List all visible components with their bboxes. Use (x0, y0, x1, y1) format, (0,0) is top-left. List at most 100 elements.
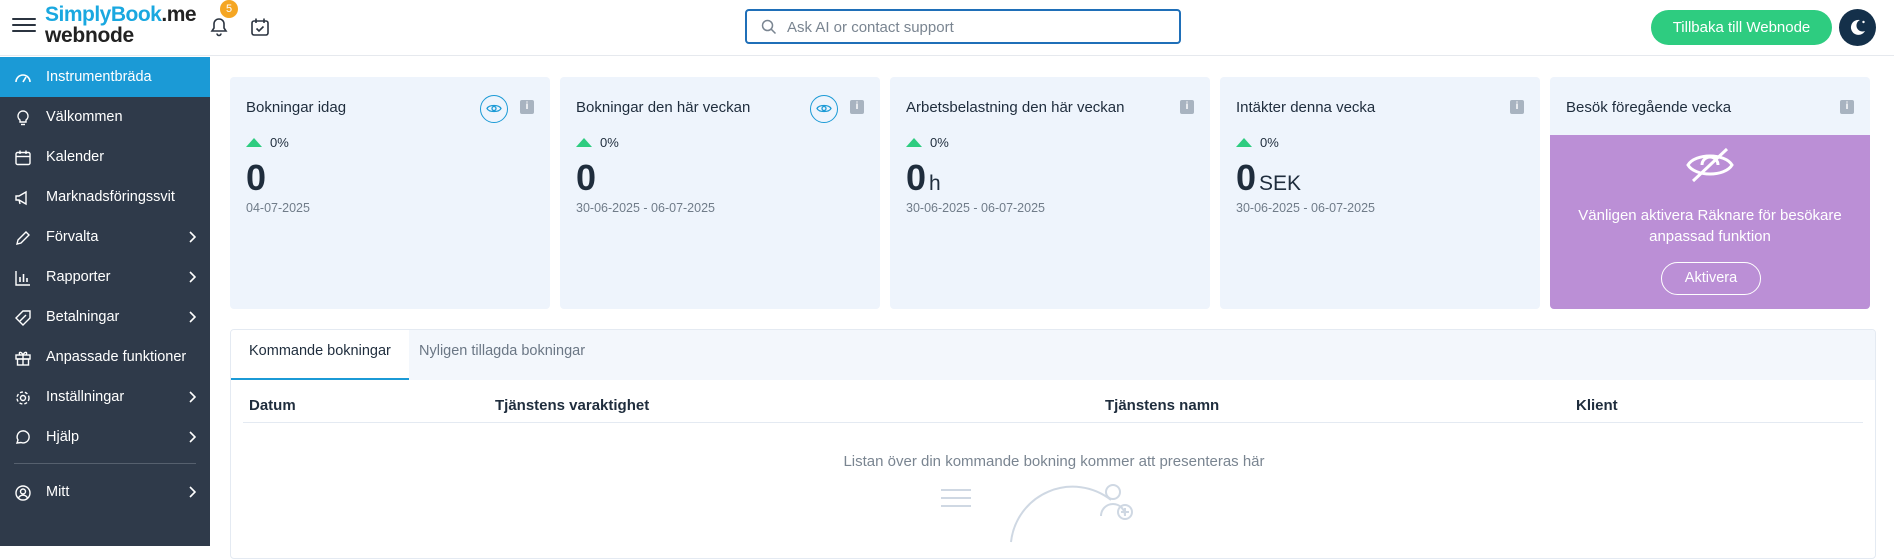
trend-up-icon (246, 138, 262, 147)
info-icon[interactable]: i (850, 100, 864, 114)
column-header-service[interactable]: Tjänstens namn (1105, 397, 1219, 414)
bell-icon[interactable] (208, 16, 230, 38)
stat-date: 04-07-2025 (246, 201, 310, 215)
tab-upcoming-bookings[interactable]: Kommande bokningar (231, 330, 409, 380)
info-icon[interactable]: i (1840, 100, 1854, 114)
menu-icon[interactable] (12, 14, 36, 34)
calendar-icon (15, 150, 31, 166)
bar-chart-icon (15, 271, 30, 286)
trend-up-icon (576, 138, 592, 147)
empty-state-message: Listan över din kommande bokning kommer … (843, 453, 1265, 470)
activate-button[interactable]: Aktivera (1661, 262, 1761, 295)
sidebar-item-calendar[interactable]: Kalender (0, 137, 210, 177)
sidebar-item-payments[interactable]: Betalningar (0, 297, 210, 337)
trend-up-icon (906, 138, 922, 147)
sidebar-item-label: Marknadsföringssvit (46, 189, 175, 205)
lightbulb-icon (17, 110, 29, 126)
trend-value: 0% (270, 135, 289, 150)
sidebar-item-label: Anpassade funktioner (46, 349, 187, 365)
tab-recent-bookings[interactable]: Nyligen tillagda bokningar (401, 330, 603, 380)
stat-value: 0 (246, 157, 266, 199)
eye-off-icon (1686, 147, 1734, 183)
stat-card-workload-week: Arbetsbelastning den här veckan i 0% 0h … (890, 77, 1210, 309)
sidebar-item-label: Hjälp (46, 429, 80, 445)
sidebar-item-label: Instrumentbräda (46, 69, 152, 85)
chevron-right-icon (189, 486, 196, 498)
pencil-icon (16, 231, 30, 245)
logo-suffix: .me (161, 3, 197, 26)
sidebar-divider (14, 463, 196, 464)
visits-disabled-panel: Vänligen aktivera Räknare för besökare a… (1550, 135, 1870, 309)
bookings-tabs: Kommande bokningar Nyligen tillagda bokn… (231, 330, 1875, 380)
trend-indicator: 0% (576, 135, 619, 150)
stat-date: 30-06-2025 - 06-07-2025 (1236, 201, 1375, 215)
stat-date: 30-06-2025 - 06-07-2025 (576, 201, 715, 215)
stat-value: 0 SEK (1236, 157, 1301, 199)
sidebar-item-dashboard[interactable]: Instrumentbräda (0, 57, 210, 97)
info-icon[interactable]: i (1180, 100, 1194, 114)
moon-icon (1850, 19, 1865, 35)
search-box[interactable] (745, 9, 1181, 44)
card-title: Arbetsbelastning den här veckan (906, 99, 1125, 116)
logo-brand: SimplyBook (45, 3, 162, 26)
logo-partner: webnode (45, 24, 134, 47)
sidebar-item-reports[interactable]: Rapporter (0, 257, 210, 297)
info-icon[interactable]: i (1510, 100, 1524, 114)
stat-card-visits-last-week: Besök föregående vecka i Vänligen aktive… (1550, 77, 1870, 309)
user-icon (15, 485, 31, 501)
sidebar-item-label: Inställningar (46, 389, 125, 405)
stat-card-bookings-today: Bokningar idag i 0% 0 04-07-2025 (230, 77, 550, 309)
eye-icon[interactable] (480, 95, 508, 123)
sidebar-item-label: Förvalta (46, 229, 99, 245)
stat-card-revenue-week: Intäkter denna vecka i 0% 0 SEK 30-06-202… (1220, 77, 1540, 309)
stat-number: 0 (246, 157, 267, 198)
column-header-date[interactable]: Datum (249, 397, 296, 414)
stat-number: 0 (576, 157, 597, 198)
logo[interactable]: SimplyBook.me webnode (45, 4, 200, 48)
bookings-panel: Kommande bokningar Nyligen tillagda bokn… (230, 329, 1876, 559)
info-icon[interactable]: i (520, 100, 534, 114)
sidebar-item-account[interactable]: Mitt (0, 472, 210, 512)
sidebar-item-help[interactable]: Hjälp (0, 417, 210, 457)
gear-icon (16, 391, 30, 405)
top-bar: SimplyBook.me webnode 5 Tillbaka till We… (0, 0, 1894, 56)
sidebar-item-manage[interactable]: Förvalta (0, 217, 210, 257)
trend-value: 0% (1260, 135, 1279, 150)
chevron-right-icon (189, 271, 196, 283)
notification-badge: 5 (220, 0, 238, 18)
sidebar-item-label: Betalningar (46, 309, 120, 325)
tag-icon (15, 310, 31, 326)
sidebar-item-welcome[interactable]: Välkommen (0, 97, 210, 137)
empty-state-illustration (941, 484, 1133, 543)
calendar-check-icon[interactable] (249, 16, 271, 38)
chevron-right-icon (189, 311, 196, 323)
column-header-duration[interactable]: Tjänstens varaktighet (495, 397, 649, 414)
card-title: Intäkter denna vecka (1236, 99, 1376, 116)
chat-icon (15, 430, 30, 444)
sidebar-item-marketing[interactable]: Marknadsföringssvit (0, 177, 210, 217)
search-input[interactable] (787, 16, 1167, 38)
sidebar-item-label: Välkommen (46, 109, 123, 125)
visits-message: Vänligen aktivera Räknare för besökare a… (1578, 207, 1842, 245)
column-header-client[interactable]: Klient (1576, 397, 1618, 414)
trend-value: 0% (930, 135, 949, 150)
gift-icon (15, 351, 31, 366)
sidebar-item-custom-features[interactable]: Anpassade funktioner (0, 337, 210, 377)
search-icon (761, 19, 777, 35)
chevron-right-icon (189, 231, 196, 243)
sidebar: Instrumentbräda Välkommen Kalender Markn… (0, 57, 210, 546)
sidebar-item-settings[interactable]: Inställningar (0, 377, 210, 417)
trend-indicator: 0% (246, 135, 289, 150)
card-title: Bokningar den här veckan (576, 99, 751, 116)
stat-value: 0 (576, 157, 596, 199)
stat-card-bookings-week: Bokningar den här veckan i 0% 0 30-06-20… (560, 77, 880, 309)
back-to-webnode-button[interactable]: Tillbaka till Webnode (1651, 10, 1832, 45)
theme-toggle-button[interactable] (1839, 9, 1876, 46)
card-title: Bokningar idag (246, 99, 347, 116)
eye-icon[interactable] (810, 95, 838, 123)
card-title: Besök föregående vecka (1566, 99, 1732, 116)
stat-unit: SEK (1259, 172, 1302, 195)
trend-indicator: 0% (1236, 135, 1279, 150)
stat-number: 0 (1236, 157, 1257, 198)
megaphone-icon (15, 190, 27, 206)
